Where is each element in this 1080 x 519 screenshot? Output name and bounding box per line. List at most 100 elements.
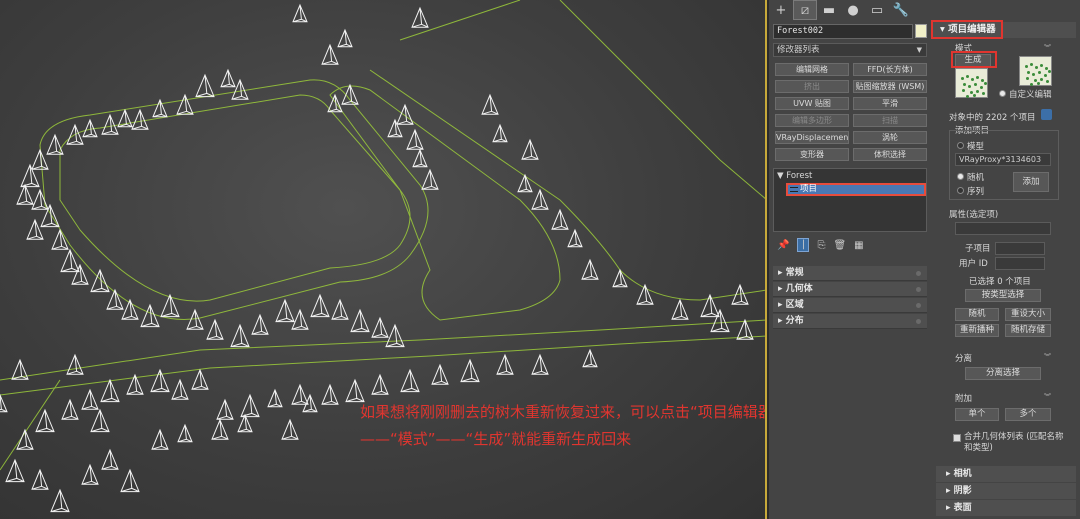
tree-pyramid <box>521 138 539 160</box>
tree-pyramid <box>337 28 353 48</box>
tree-pyramid <box>131 108 149 130</box>
modifier-button-morpher[interactable]: 变形器 <box>775 148 849 161</box>
sub-object-icon <box>790 187 798 192</box>
rollup-area[interactable]: ▸ 区域 <box>773 298 927 313</box>
modifier-list-label: 修改器列表 <box>777 45 820 55</box>
model-label: 模型 <box>967 142 985 152</box>
tree-pyramid <box>281 418 299 440</box>
object-color-swatch[interactable] <box>915 24 927 38</box>
subitem-label: 子项目 <box>965 244 991 254</box>
modifier-button-vray-displacement[interactable]: VRayDisplacementM <box>775 131 849 144</box>
tree-pyramid <box>211 418 229 440</box>
rollup-shadow[interactable]: ▸ 阴影 <box>936 483 1076 499</box>
tree-pyramid <box>341 83 359 105</box>
tree-pyramid <box>237 413 253 433</box>
tree-pyramid <box>50 488 70 513</box>
custom-edit-radio[interactable] <box>999 90 1006 97</box>
tree-pyramid <box>106 288 124 310</box>
stack-item-items-selected[interactable]: 项目 <box>786 183 926 196</box>
modifier-button-smooth[interactable]: 平滑 <box>853 97 927 110</box>
model-radio[interactable] <box>957 142 964 149</box>
collapse-chevron-icon[interactable]: ︾ <box>1044 43 1051 53</box>
tree-pyramid <box>460 358 480 383</box>
viewport-perspective[interactable]: 如果想将刚刚删去的树木重新恢复过来，可以点击“项目编辑器” ——“模式”——“生… <box>0 0 767 519</box>
rollup-camera[interactable]: ▸ 相机 <box>936 466 1076 482</box>
generate-mode-thumbnail[interactable] <box>955 68 988 98</box>
modifier-list-dropdown[interactable]: 修改器列表 ▼ <box>773 43 927 57</box>
user-id-spinner[interactable] <box>995 257 1045 270</box>
display-tab-icon[interactable]: ▭ <box>865 0 889 20</box>
tree-pyramid <box>171 378 189 400</box>
motion-tab-icon[interactable]: ● <box>841 0 865 20</box>
configure-sets-icon[interactable]: ▦ <box>854 240 863 251</box>
detach-label: 分离 <box>955 354 973 364</box>
tree-pyramid <box>567 228 583 248</box>
modifier-button-sweep[interactable]: 扫描 <box>853 114 927 127</box>
random-button[interactable]: 随机 <box>955 308 999 321</box>
tree-pyramid <box>51 228 69 250</box>
refresh-icon[interactable] <box>1041 109 1052 120</box>
tree-pyramid <box>100 378 120 403</box>
reset-size-button[interactable]: 重设大小 <box>1005 308 1051 321</box>
random-radio[interactable] <box>957 173 964 180</box>
create-tab-icon[interactable]: + <box>769 0 793 20</box>
modify-tab-icon[interactable]: ⧄ <box>793 0 817 20</box>
modifier-button-edit-mesh[interactable]: 编辑网格 <box>775 63 849 76</box>
tree-pyramid <box>121 298 139 320</box>
tree-pyramid <box>101 448 119 470</box>
tree-pyramid <box>406 128 424 150</box>
pin-stack-icon[interactable]: 📌 <box>777 240 789 251</box>
expand-icon[interactable]: ▼ <box>777 171 786 181</box>
stack-toolbar: 📌 | ⎘ 🗑 ▦ <box>773 237 927 253</box>
random-store-button[interactable]: 随机存储 <box>1005 324 1051 337</box>
make-unique-icon[interactable]: ⎘ <box>817 240 825 251</box>
remove-modifier-icon[interactable]: 🗑 <box>833 240 846 251</box>
select-by-type-button[interactable]: 按类型选择 <box>965 289 1041 302</box>
subitem-spinner[interactable] <box>995 242 1045 255</box>
single-button[interactable]: 单个 <box>955 408 999 421</box>
modifier-button-volume-select[interactable]: 体积选择 <box>853 148 927 161</box>
command-panel: + ⧄ ▬ ● ▭ 🔧 Forest002 修改器列表 ▼ 编辑网格 FFD(长… <box>769 0 1080 519</box>
tree-pyramid <box>71 263 89 285</box>
tree-pyramid <box>412 148 428 168</box>
custom-edit-mode-thumbnail[interactable] <box>1019 56 1052 86</box>
tutorial-caption-line1: 如果想将刚刚删去的树木重新恢复过来，可以点击“项目编辑器” <box>360 403 767 421</box>
rollup-distribution[interactable]: ▸ 分布 <box>773 314 927 329</box>
collapse-chevron-icon[interactable]: ︾ <box>1044 392 1051 402</box>
tree-pyramid <box>240 393 260 418</box>
hierarchy-tab-icon[interactable]: ▬ <box>817 0 841 20</box>
modifier-button-map-scaler[interactable]: 贴图缩放器 (WSM) <box>853 80 927 93</box>
modifier-button-extrude[interactable]: 挤出 <box>775 80 849 93</box>
rollup-general[interactable]: ▸ 常规 <box>773 266 927 281</box>
rollup-dot-icon <box>916 287 921 292</box>
modifier-button-ffd-box[interactable]: FFD(长方体) <box>853 63 927 76</box>
merge-geometry-checkbox[interactable] <box>953 434 961 442</box>
detach-select-button[interactable]: 分离选择 <box>965 367 1041 380</box>
properties-dropdown[interactable] <box>955 222 1051 235</box>
tree-pyramid <box>492 123 508 143</box>
stack-item-forest[interactable]: ▼ Forest <box>777 171 812 181</box>
chevron-down-icon: ▼ <box>916 46 922 54</box>
tree-pyramid <box>35 408 55 433</box>
add-button[interactable]: 添加 <box>1013 172 1049 192</box>
tree-pyramid <box>331 298 349 320</box>
tree-pyramid <box>371 373 389 395</box>
tree-pyramid <box>421 168 439 190</box>
utilities-tab-icon[interactable]: 🔧 <box>889 0 913 20</box>
model-dropdown[interactable]: VRayProxy*3134603 <box>955 153 1051 166</box>
tree-pyramid <box>612 268 628 288</box>
reseed-button[interactable]: 重新播种 <box>955 324 999 337</box>
modifier-button-uvw-map[interactable]: UVW 贴图 <box>775 97 849 110</box>
modifier-button-turbo[interactable]: 涡轮 <box>853 131 927 144</box>
object-name-field[interactable]: Forest002 <box>773 24 913 39</box>
sequence-radio[interactable] <box>957 187 964 194</box>
rollup-surface[interactable]: ▸ 表面 <box>936 500 1076 516</box>
tree-pyramid <box>5 458 25 483</box>
show-end-result-icon[interactable]: | <box>797 238 810 252</box>
collapse-chevron-icon[interactable]: ︾ <box>1044 352 1051 362</box>
tree-pyramid <box>61 398 79 420</box>
multiple-button[interactable]: 多个 <box>1005 408 1051 421</box>
tree-pyramid <box>31 468 49 490</box>
modifier-button-edit-poly[interactable]: 编辑多边形 <box>775 114 849 127</box>
rollup-geometry[interactable]: ▸ 几何体 <box>773 282 927 297</box>
